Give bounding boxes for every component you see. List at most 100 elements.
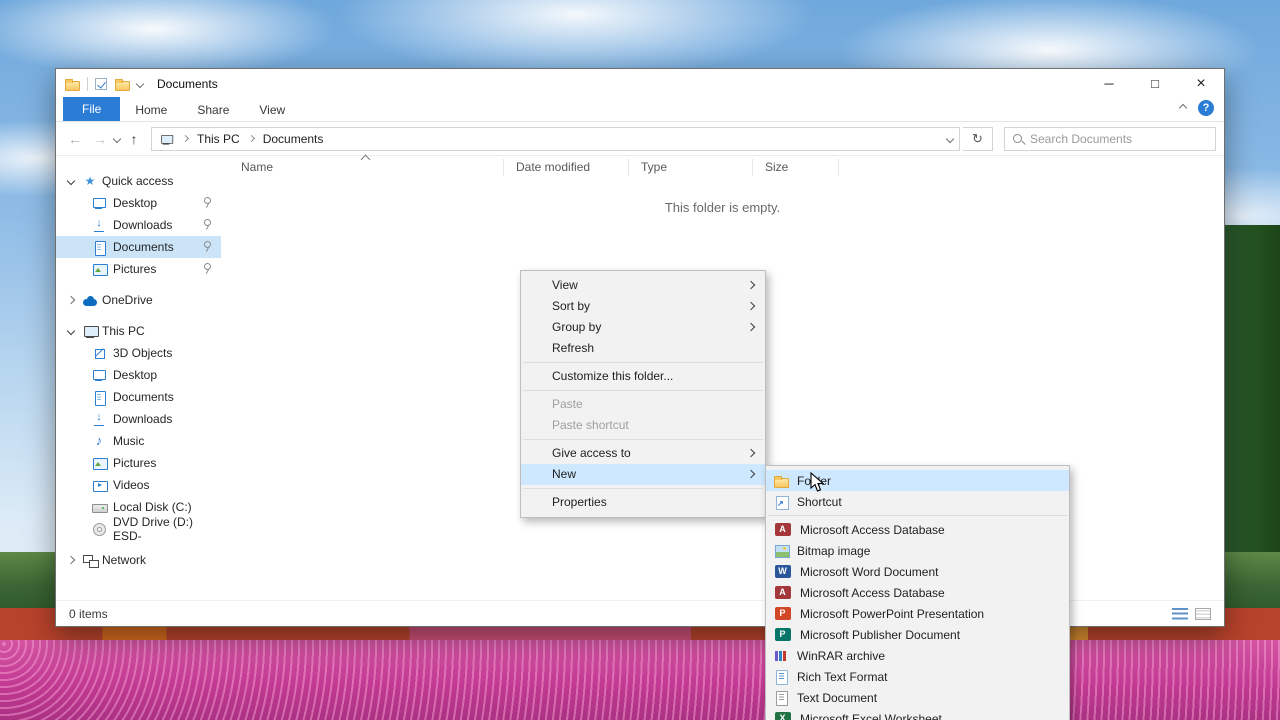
new-submenu-item-excel-worksheet[interactable]: Microsoft Excel Worksheet <box>766 708 1069 720</box>
menu-item-label: Group by <box>552 320 602 334</box>
breadcrumb-chevron-icon <box>181 134 190 143</box>
new-submenu-item-word-document[interactable]: Microsoft Word Document <box>766 561 1069 582</box>
sidebar-item-desktop-pc[interactable]: Desktop <box>56 364 221 386</box>
column-header-date-modified[interactable]: Date modified <box>504 159 629 176</box>
menu-item-label: Folder <box>797 473 832 488</box>
new-submenu: Folder Shortcut Microsoft Access Databas… <box>765 465 1070 720</box>
context-menu-item-group-by[interactable]: Group by <box>521 317 765 338</box>
sidebar-item-documents-qa[interactable]: Documents <box>56 236 221 258</box>
new-folder-toolbar-icon[interactable] <box>114 76 130 91</box>
column-header-size[interactable]: Size <box>753 159 839 176</box>
context-menu-item-paste: Paste <box>521 394 765 415</box>
search-box <box>1004 126 1216 151</box>
address-bar[interactable]: This PC Documents <box>151 126 960 151</box>
context-menu-item-new[interactable]: New <box>521 464 765 485</box>
menu-item-label: Microsoft Excel Worksheet <box>800 711 942 720</box>
menu-item-label: Paste shortcut <box>552 418 629 432</box>
sidebar-item-dvd-drive-d[interactable]: DVD Drive (D:) ESD- <box>56 515 221 543</box>
new-submenu-item-folder[interactable]: Folder <box>766 470 1069 491</box>
sidebar-item-label: Desktop <box>113 368 158 382</box>
sidebar-item-pictures-pc[interactable]: Pictures <box>56 452 221 474</box>
expander-icon[interactable] <box>66 326 76 336</box>
menu-item-label: Paste <box>552 397 583 411</box>
new-submenu-item-access-database-1[interactable]: Microsoft Access Database <box>766 519 1069 540</box>
new-submenu-item-shortcut[interactable]: Shortcut <box>766 491 1069 512</box>
sidebar-item-label: Local Disk (C:) <box>113 500 192 514</box>
sidebar-item-desktop-qa[interactable]: Desktop <box>56 192 221 214</box>
details-view-icon[interactable] <box>1172 607 1188 620</box>
context-menu-item-view[interactable]: View <box>521 275 765 296</box>
new-submenu-item-powerpoint-presentation[interactable]: Microsoft PowerPoint Presentation <box>766 603 1069 624</box>
breadcrumb-chevron-icon <box>247 134 255 143</box>
tab-share[interactable]: Share <box>182 99 244 121</box>
forward-icon[interactable]: → <box>89 131 111 147</box>
column-header-type[interactable]: Type <box>629 159 753 176</box>
minimize-button[interactable]: ─ <box>1086 69 1132 98</box>
properties-toolbar-icon[interactable] <box>95 77 107 90</box>
help-icon[interactable]: ? <box>1198 100 1214 116</box>
tab-file[interactable]: File <box>63 97 121 121</box>
close-button[interactable]: × <box>1178 69 1224 98</box>
customize-toolbar-chevron-icon[interactable] <box>135 79 145 88</box>
sidebar-item-label: Videos <box>113 478 150 492</box>
breadcrumb-this-pc[interactable]: This PC <box>197 132 240 146</box>
address-dropdown-icon[interactable] <box>945 134 955 143</box>
excel-icon <box>774 712 791 720</box>
sidebar-item-downloads-pc[interactable]: ↓ Downloads <box>56 408 221 430</box>
menu-item-label: Give access to <box>552 446 631 460</box>
sidebar-section-label: Network <box>102 553 147 567</box>
sidebar-item-music[interactable]: ♪ Music <box>56 430 221 452</box>
context-menu-item-give-access-to[interactable]: Give access to <box>521 443 765 464</box>
sidebar-item-3d-objects[interactable]: 3D Objects <box>56 342 221 364</box>
sidebar-item-label: Desktop <box>113 196 158 210</box>
tab-home[interactable]: Home <box>120 99 182 121</box>
new-submenu-item-publisher-document[interactable]: Microsoft Publisher Document <box>766 624 1069 645</box>
sidebar-item-pictures-qa[interactable]: Pictures <box>56 258 221 280</box>
navigation-pane: ★ Quick access Desktop ↓ Downloads Docum… <box>56 156 221 600</box>
menu-item-label: View <box>552 278 578 292</box>
back-icon[interactable]: ← <box>64 131 86 147</box>
search-input[interactable] <box>1030 131 1209 146</box>
titlebar: Documents ─ □ × <box>56 69 1224 98</box>
new-submenu-item-access-database-2[interactable]: Microsoft Access Database <box>766 582 1069 603</box>
expander-icon[interactable] <box>66 555 76 565</box>
context-menu-item-refresh[interactable]: Refresh <box>521 338 765 359</box>
search-icon <box>1011 132 1025 146</box>
expander-icon[interactable] <box>66 295 76 305</box>
maximize-button[interactable]: □ <box>1132 69 1178 98</box>
new-submenu-item-text-document[interactable]: Text Document <box>766 687 1069 708</box>
refresh-icon: ↻ <box>972 130 983 146</box>
ribbon-right-controls: ? <box>1178 100 1214 121</box>
up-icon[interactable]: ↑ <box>123 131 145 147</box>
context-menu-item-sort-by[interactable]: Sort by <box>521 296 765 317</box>
context-menu: View Sort by Group by Refresh Customize … <box>520 270 766 518</box>
new-submenu-item-winrar-archive[interactable]: WinRAR archive <box>766 645 1069 666</box>
sidebar-item-downloads-qa[interactable]: ↓ Downloads <box>56 214 221 236</box>
context-menu-item-properties[interactable]: Properties <box>521 492 765 513</box>
sidebar-item-videos[interactable]: Videos <box>56 474 221 496</box>
new-submenu-item-bitmap-image[interactable]: Bitmap image <box>766 540 1069 561</box>
new-submenu-item-rich-text-format[interactable]: Rich Text Format <box>766 666 1069 687</box>
sidebar-item-label: Pictures <box>113 262 157 276</box>
expander-icon[interactable] <box>66 176 76 186</box>
thumbnails-view-icon[interactable] <box>1195 607 1211 620</box>
access-icon <box>774 523 791 536</box>
sidebar-section-this-pc[interactable]: This PC <box>56 320 221 342</box>
sidebar-item-label: Downloads <box>113 412 173 426</box>
refresh-button[interactable]: ↻ <box>963 126 993 151</box>
sidebar-section-quick-access[interactable]: ★ Quick access <box>56 170 221 192</box>
column-headers: Name Date modified Type Size <box>221 154 1224 179</box>
menu-item-label: Bitmap image <box>797 543 871 558</box>
sidebar-item-documents-pc[interactable]: Documents <box>56 386 221 408</box>
pin-icon <box>202 241 212 253</box>
submenu-chevron-icon <box>746 469 756 479</box>
sidebar-section-onedrive[interactable]: OneDrive <box>56 289 221 311</box>
context-menu-item-customize[interactable]: Customize this folder... <box>521 366 765 387</box>
tab-view[interactable]: View <box>244 99 300 121</box>
collapse-ribbon-icon[interactable] <box>1178 103 1188 113</box>
sidebar-section-network[interactable]: Network <box>56 549 221 571</box>
submenu-chevron-icon <box>746 448 756 458</box>
breadcrumb-documents[interactable]: Documents <box>263 132 324 146</box>
history-chevron-icon[interactable] <box>112 134 122 143</box>
